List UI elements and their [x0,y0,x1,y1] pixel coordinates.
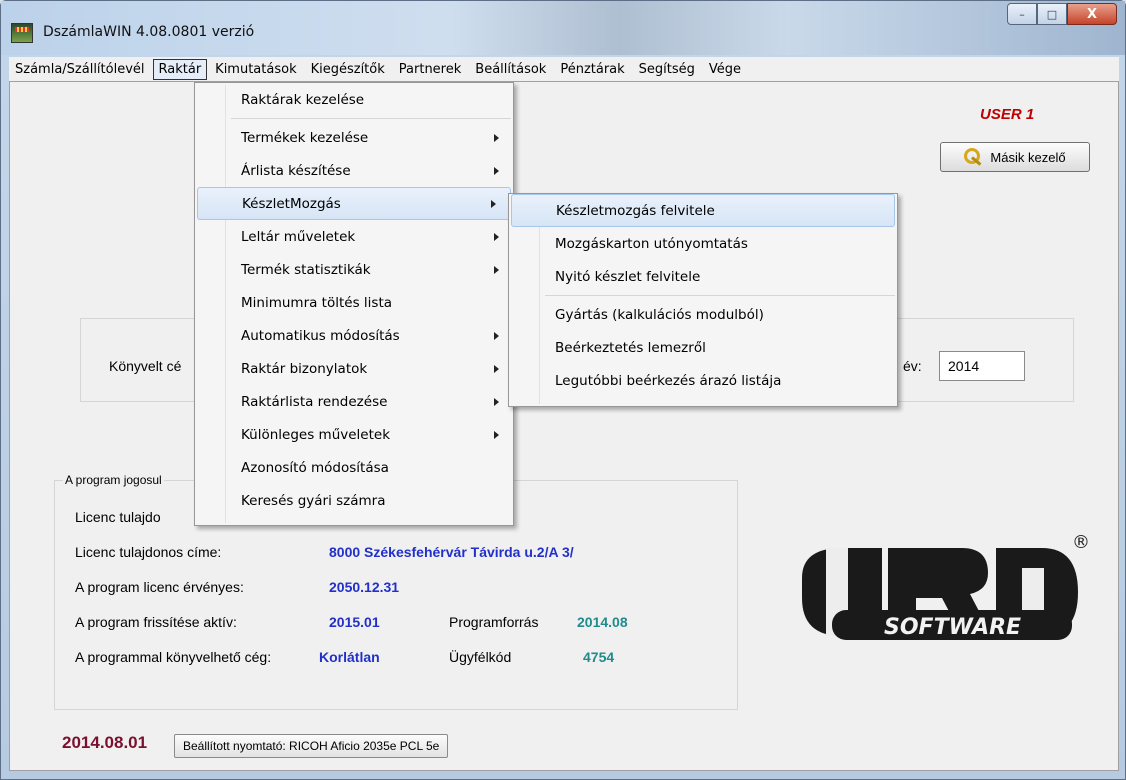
menu-item-label: Különleges műveletek [241,426,391,443]
submenu-arrow-icon [494,166,499,175]
switch-user-label: Másik kezelő [990,149,1066,165]
menu-item-raktarak-kezelese[interactable]: Raktárak kezelése [195,83,513,116]
menu-item-azonosito-modositasa[interactable]: Azonosító módosítása [195,451,513,484]
maximize-button[interactable]: □ [1037,3,1067,25]
program-source-value: 2014.08 [577,614,628,630]
program-source-label: Programforrás [449,614,539,630]
menu-penztarak[interactable]: Pénztárak [554,59,630,80]
submenu-arrow-icon [494,232,499,241]
close-button[interactable]: X [1067,3,1117,25]
submenu-arrow-icon [494,331,499,340]
current-date: 2014.08.01 [62,733,148,752]
minimize-button[interactable]: – [1007,3,1037,25]
window-controls: – □ X [1007,3,1117,25]
minimize-icon: – [1019,7,1025,21]
menu-item-keszletmozgas[interactable]: KészletMozgás [197,187,511,220]
menu-item-gyartas[interactable]: Gyártás (kalkulációs modulból) [509,298,897,331]
menu-item-leltar-muveletek[interactable]: Leltár műveletek [195,220,513,253]
submenu-arrow-icon [494,364,499,373]
menu-item-termek-statisztikak[interactable]: Termék statisztikák [195,253,513,286]
menu-item-label: Nyitó készlet felvitele [555,268,701,285]
menu-item-label: Minimumra töltés lista [241,294,393,311]
main-client-area: USER 1 Másik kezelő Könyvelt cé év: 2014… [9,81,1119,771]
menu-kimutatasok[interactable]: Kimutatások [209,59,302,80]
company-label: Könyvelt cé [109,358,182,374]
license-owner-label: Licenc tulajdo [75,509,161,525]
menu-item-label: Raktár bizonylatok [241,360,368,377]
companies-value: Korlátlan [319,649,380,665]
menu-kiegeszitok[interactable]: Kiegészítők [305,59,391,80]
license-address-value: 8000 Székesfehérvár Távirda u.2/A 3/ [329,544,574,560]
submenu-arrow-icon [494,397,499,406]
menu-item-label: Keresés gyári számra [241,492,386,509]
menu-partnerek[interactable]: Partnerek [393,59,468,80]
current-user-label: USER 1 [980,106,1035,123]
menu-item-arlista-keszitese[interactable]: Árlista készítése [195,154,513,187]
menu-item-label: KészletMozgás [242,195,341,212]
menu-item-label: Mozgáskarton utónyomtatás [555,235,748,252]
menu-raktar[interactable]: Raktár [152,58,208,80]
submenu-arrow-icon [491,199,496,208]
license-valid-label: A program licenc érvényes: [75,579,244,595]
menu-item-automatikus-modositas[interactable]: Automatikus módosítás [195,319,513,352]
license-group-title: A program jogosul [63,473,164,487]
menu-item-mozgaskarton-utonyomtatas[interactable]: Mozgáskarton utónyomtatás [509,227,897,260]
companies-label: A programmal könyvelhető cég: [75,649,272,665]
menu-vege[interactable]: Vége [703,59,747,80]
menu-item-label: Beérkeztetés lemezről [555,339,706,356]
update-label: A program frissítése aktív: [75,614,237,630]
submenu-arrow-icon [494,265,499,274]
logo-text: SOFTWARE [884,615,1021,640]
menu-item-minimumra-toltes[interactable]: Minimumra töltés lista [195,286,513,319]
raktar-menu: Raktárak kezelése Termékek kezelése Árli… [194,82,514,526]
ard-software-logo: SOFTWARE ® [802,532,1090,640]
menu-segitseg[interactable]: Segítség [633,59,701,80]
menu-item-raktar-bizonylatok[interactable]: Raktár bizonylatok [195,352,513,385]
menu-separator [231,118,511,119]
license-valid-value: 2050.12.31 [329,579,400,595]
printer-button[interactable]: Beállított nyomtató: RICOH Aficio 2035e … [174,734,449,758]
menu-item-kulonleges-muveletek[interactable]: Különleges műveletek [195,418,513,451]
menu-item-raktarlista-rendezese[interactable]: Raktárlista rendezése [195,385,513,418]
menu-item-label: Árlista készítése [241,162,351,179]
update-value: 2015.01 [329,614,380,630]
menu-item-label: Legutóbbi beérkezés árazó listája [555,372,782,389]
menu-item-label: Készletmozgás felvitele [556,202,715,219]
menu-item-label: Termék statisztikák [241,261,371,278]
client-code-label: Ügyfélkód [449,649,512,665]
switch-user-button[interactable]: Másik kezelő [940,142,1090,172]
menu-item-label: Leltár műveletek [241,228,356,245]
window-title: DszámlaWIN 4.08.0801 verzió [43,24,255,40]
menu-item-label: Azonosító módosítása [241,459,389,476]
menu-item-termekek-kezelese[interactable]: Termékek kezelése [195,121,513,154]
keszletmozgas-submenu: Készletmozgás felvitele Mozgáskarton utó… [508,193,898,407]
year-input[interactable]: 2014 [939,351,1025,381]
menu-item-label: Raktárlista rendezése [241,393,388,410]
menu-item-kereses-gyari-szamra[interactable]: Keresés gyári számra [195,484,513,517]
year-label: év: [903,358,922,374]
title-bar: DszámlaWIN 4.08.0801 verzió – □ X [1,1,1125,55]
app-icon [11,23,33,43]
menu-item-keszletmozgas-felvitele[interactable]: Készletmozgás felvitele [511,194,895,227]
menu-item-label: Termékek kezelése [241,129,369,146]
close-icon: X [1086,6,1098,22]
menu-separator [545,295,895,296]
client-code-value: 4754 [583,649,615,665]
menu-item-label: Gyártás (kalkulációs modulból) [555,306,764,323]
menu-item-label: Automatikus módosítás [241,327,400,344]
menu-item-legutobbi-beerkezes[interactable]: Legutóbbi beérkezés árazó listája [509,364,897,397]
menu-item-beerkeztetes-lemezrol[interactable]: Beérkeztetés lemezről [509,331,897,364]
menu-beallitasok[interactable]: Beállítások [469,59,552,80]
menu-bar: Számla/Szállítólevél Raktár Kimutatások … [9,57,1119,81]
license-address-label: Licenc tulajdonos címe: [75,544,222,560]
submenu-arrow-icon [494,430,499,439]
menu-szamla[interactable]: Számla/Szállítólevél [9,59,151,80]
menu-item-label: Raktárak kezelése [241,91,365,108]
menu-item-nyito-keszlet-felvitele[interactable]: Nyitó készlet felvitele [509,260,897,293]
maximize-icon: □ [1046,7,1058,21]
registered-mark: ® [1072,532,1090,553]
submenu-arrow-icon [494,133,499,142]
key-icon [964,148,984,166]
